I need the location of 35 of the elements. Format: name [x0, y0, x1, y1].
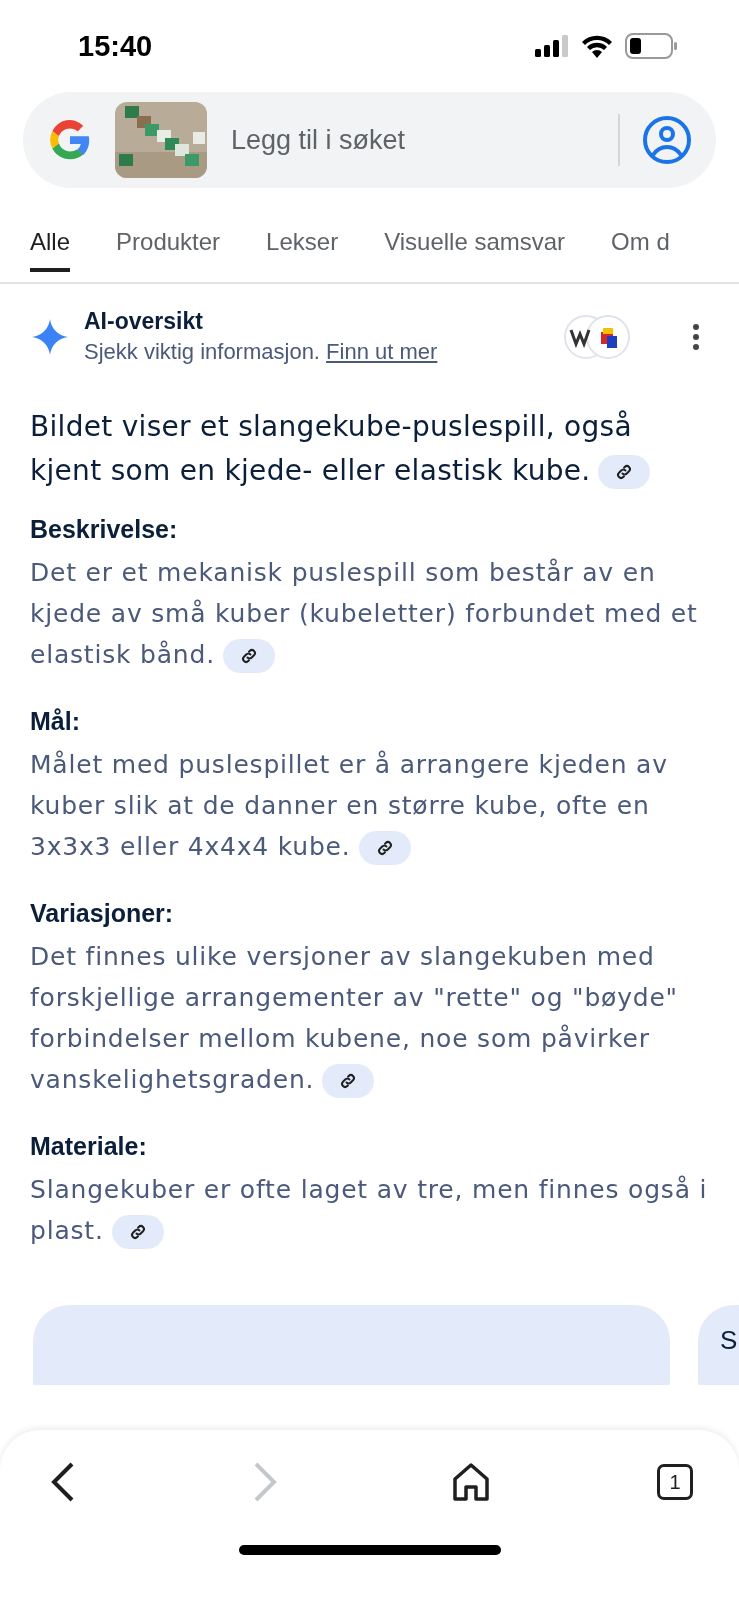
signal-icon — [535, 35, 569, 57]
learn-more-link[interactable]: Finn ut mer — [326, 339, 438, 364]
link-icon — [128, 1223, 147, 1241]
wifi-icon — [581, 34, 613, 58]
result-card[interactable]: S — [698, 1305, 739, 1385]
account-icon[interactable] — [642, 115, 692, 165]
source-link-button[interactable] — [358, 831, 411, 865]
tab[interactable]: Lekser — [266, 218, 339, 272]
section-text: Målet med puslespillet er å arrangere kjeden av kuber slik at de danner en større kube, ofte en 3x3x3 eller 4x4x4 kube. — [30, 744, 709, 867]
status-time: 15:40 — [78, 29, 153, 63]
summary-text: Bildet viser et slangekube-puslespill, også kjent som en kjede- eller elastisk kube. — [30, 405, 709, 493]
section-heading: Materiale: — [30, 1132, 148, 1161]
section-heading: Variasjoner: — [30, 899, 175, 928]
section-text: Slangekuber er ofte laget av tre, men finnes også i plast. — [30, 1169, 709, 1251]
section-text: Det finnes ulike versjoner av slangekuben med forskjellige arrangementer av "rette" og "bøyde" forbindelser mellom kubene, noe som påvirker vanskelighetsgraden. — [30, 936, 709, 1100]
section-text: Det er et mekanisk puslespill som består av en kjede av små kuber (kubeletter) forbundet med et elastisk bånd. — [30, 552, 709, 675]
link-icon — [339, 1072, 358, 1090]
tab[interactable]: Produkter — [116, 218, 221, 272]
source-link-button[interactable] — [322, 1064, 375, 1098]
section-heading: Beskrivelse: — [30, 515, 179, 544]
search-field[interactable]: Legg til i søket — [229, 123, 596, 157]
section-heading: Mål: — [30, 707, 81, 736]
overview-title: AI-oversikt — [84, 308, 204, 335]
source-link-button[interactable] — [111, 1215, 164, 1249]
link-icon — [375, 839, 394, 857]
overview-subtitle: Sjekk viktig informasjon. Finn ut mer — [84, 339, 439, 365]
source-link-button[interactable] — [222, 639, 275, 673]
link-icon — [239, 647, 258, 665]
tab[interactable]: Om d — [611, 218, 670, 272]
tab[interactable]: Alle — [30, 218, 71, 272]
link-icon — [615, 463, 634, 481]
tab[interactable]: Visuelle samsvar — [384, 218, 566, 272]
battery-icon — [625, 33, 677, 59]
source-link-button[interactable] — [598, 455, 651, 489]
source-logo-icon — [563, 313, 633, 360]
